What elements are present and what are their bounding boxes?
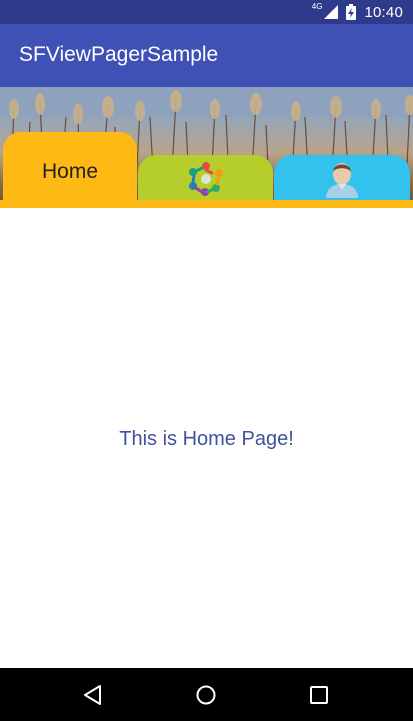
back-icon[interactable] xyxy=(80,682,106,708)
tab-people[interactable] xyxy=(138,155,273,200)
tab-profile[interactable] xyxy=(274,155,410,200)
navigation-bar xyxy=(0,668,413,721)
app-title: SFViewPagerSample xyxy=(19,43,219,66)
status-bar: 4G 10:40 xyxy=(0,0,413,24)
status-icons: 4G 10:40 xyxy=(312,2,403,22)
page-content: This is Home Page! xyxy=(0,208,413,668)
tab-home[interactable]: Home xyxy=(3,132,137,208)
page-message: This is Home Page! xyxy=(119,428,294,450)
user-avatar-icon xyxy=(326,162,358,198)
signal-icon xyxy=(324,5,339,19)
people-circle-icon xyxy=(188,161,223,196)
app-bar: SFViewPagerSample xyxy=(0,24,413,87)
recent-apps-icon[interactable] xyxy=(306,682,332,708)
network-type-label: 4G xyxy=(311,1,323,11)
tab-home-label: Home xyxy=(41,160,99,183)
home-icon[interactable] xyxy=(193,682,219,708)
clock: 10:40 xyxy=(364,3,403,21)
battery-icon xyxy=(346,4,357,20)
